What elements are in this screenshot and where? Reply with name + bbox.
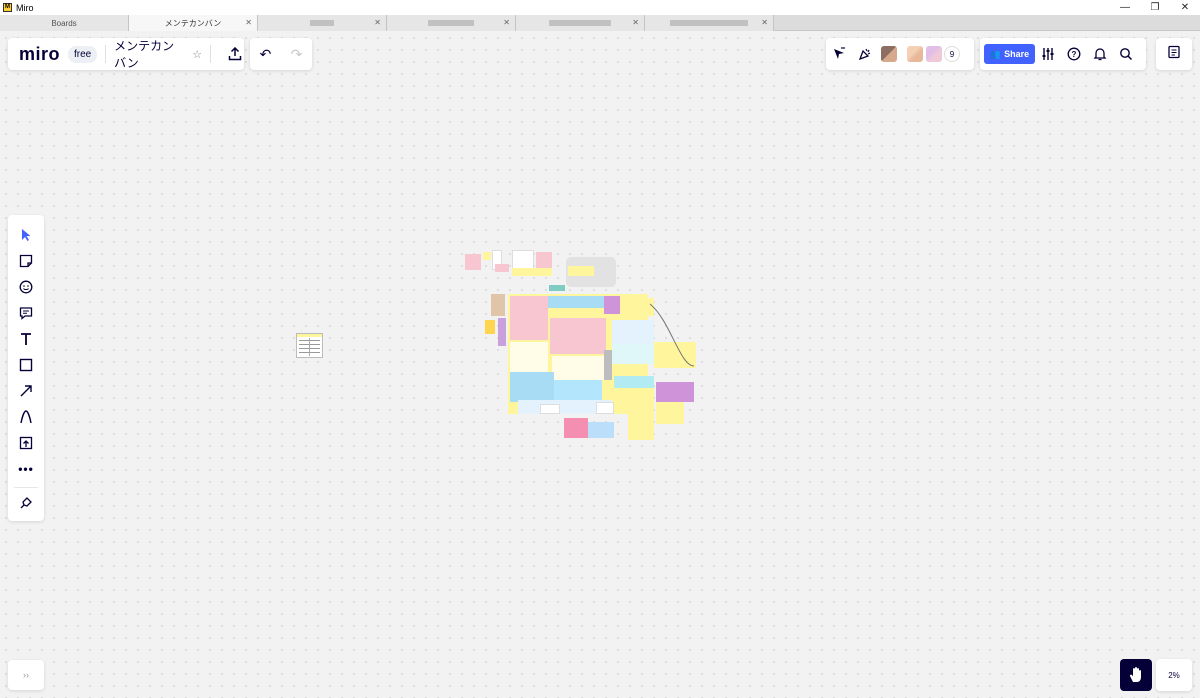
share-label: Share <box>1004 49 1030 59</box>
comment-icon <box>19 307 33 320</box>
plug-icon <box>20 497 32 509</box>
miro-app-icon: M <box>3 3 12 12</box>
cursor-icon <box>22 229 31 241</box>
sticky-note-icon <box>19 254 33 268</box>
expand-panel-button[interactable]: ›› <box>8 660 44 690</box>
tab-active-board[interactable]: メンテカンバン ✕ <box>129 15 258 31</box>
upload-icon <box>19 436 33 450</box>
board-canvas[interactable] <box>0 32 1200 698</box>
toolbar-divider <box>14 487 38 488</box>
pen-tool[interactable] <box>8 405 44 429</box>
square-icon <box>19 358 33 372</box>
text-icon <box>21 333 31 345</box>
search-icon[interactable] <box>1113 43 1139 65</box>
redo-icon[interactable]: ↷ <box>291 46 303 63</box>
miro-logo[interactable]: miro <box>19 44 60 65</box>
notes-icon[interactable] <box>1167 45 1181 64</box>
tab-bar: Boards メンテカンバン ✕ ✕ ✕ ✕ ✕ <box>0 15 1200 31</box>
hand-icon <box>1129 667 1141 682</box>
tab-label-blurred <box>670 20 748 26</box>
export-button[interactable] <box>227 44 244 64</box>
hand-tool-button[interactable] <box>1120 659 1152 691</box>
more-tools[interactable]: ••• <box>8 457 44 481</box>
tab-label-blurred <box>428 20 474 26</box>
pen-icon <box>20 410 32 424</box>
more-icon: ••• <box>18 462 34 476</box>
window-titlebar: M Miro — ❐ ✕ <box>0 0 1200 15</box>
board-notes-panel <box>1156 38 1192 70</box>
plan-badge[interactable]: free <box>68 45 98 63</box>
collaborator-count[interactable]: 9 <box>944 46 960 62</box>
top-right-panel: 👥 Share ? <box>980 38 1146 70</box>
divider <box>105 45 107 63</box>
creation-toolbar: ••• <box>8 215 44 521</box>
upload-icon <box>229 47 242 61</box>
tab-label-blurred <box>310 20 334 26</box>
board-header-panel: miro free メンテカンバン ☆ <box>8 38 244 70</box>
avatar[interactable] <box>926 46 942 62</box>
shape-tool[interactable] <box>8 353 44 377</box>
bell-icon[interactable] <box>1087 43 1113 65</box>
board-name[interactable]: メンテカンバン <box>114 37 186 71</box>
sticky-note-tool[interactable] <box>8 249 44 273</box>
chevrons-right-icon: ›› <box>23 670 29 680</box>
settings-sliders-icon[interactable] <box>1035 43 1061 65</box>
window-title: Miro <box>16 2 34 13</box>
tab-board-6[interactable]: ✕ <box>645 15 774 31</box>
minimize-button[interactable]: — <box>1110 0 1140 15</box>
connector-tool[interactable] <box>8 379 44 403</box>
svg-text:?: ? <box>1072 50 1077 59</box>
users-icon: 👥 <box>989 48 1002 59</box>
tab-close-icon[interactable]: ✕ <box>632 18 639 27</box>
tab-close-icon[interactable]: ✕ <box>761 18 768 27</box>
star-icon[interactable]: ☆ <box>192 48 202 61</box>
tab-boards[interactable]: Boards <box>0 15 129 31</box>
tab-board-3[interactable]: ✕ <box>258 15 387 31</box>
apps-tool[interactable] <box>8 491 44 515</box>
sticker-icon <box>19 280 33 294</box>
celebrate-icon[interactable] <box>852 43 878 65</box>
help-icon[interactable]: ? <box>1061 43 1087 65</box>
select-tool[interactable] <box>8 223 44 247</box>
avatar[interactable] <box>881 46 897 62</box>
avatar[interactable] <box>907 46 923 62</box>
undo-icon[interactable]: ↶ <box>260 46 272 63</box>
comment-tool[interactable] <box>8 301 44 325</box>
window-controls: — ❐ ✕ <box>1110 0 1200 15</box>
share-button[interactable]: 👥 Share <box>984 44 1035 64</box>
tab-close-icon[interactable]: ✕ <box>374 18 381 27</box>
tab-close-icon[interactable]: ✕ <box>245 18 252 27</box>
arrow-icon <box>20 385 32 397</box>
divider <box>210 45 211 63</box>
text-tool[interactable] <box>8 327 44 351</box>
tab-label-blurred <box>549 20 611 26</box>
zoom-panel[interactable]: 2% <box>1156 659 1192 691</box>
tab-board-5[interactable]: ✕ <box>516 15 645 31</box>
undo-redo-panel: ↶ ↷ <box>250 38 312 70</box>
tab-board-4[interactable]: ✕ <box>387 15 516 31</box>
upload-tool[interactable] <box>8 431 44 455</box>
zoom-level[interactable]: 2% <box>1168 671 1180 680</box>
cursor-follow-icon[interactable] <box>826 43 852 65</box>
tab-label: メンテカンバン <box>164 18 222 28</box>
close-window-button[interactable]: ✕ <box>1170 0 1200 15</box>
tab-label: Boards <box>51 18 77 28</box>
restore-button[interactable]: ❐ <box>1140 0 1170 15</box>
sticker-tool[interactable] <box>8 275 44 299</box>
tab-close-icon[interactable]: ✕ <box>503 18 510 27</box>
collaboration-panel: 9 <box>826 38 974 70</box>
